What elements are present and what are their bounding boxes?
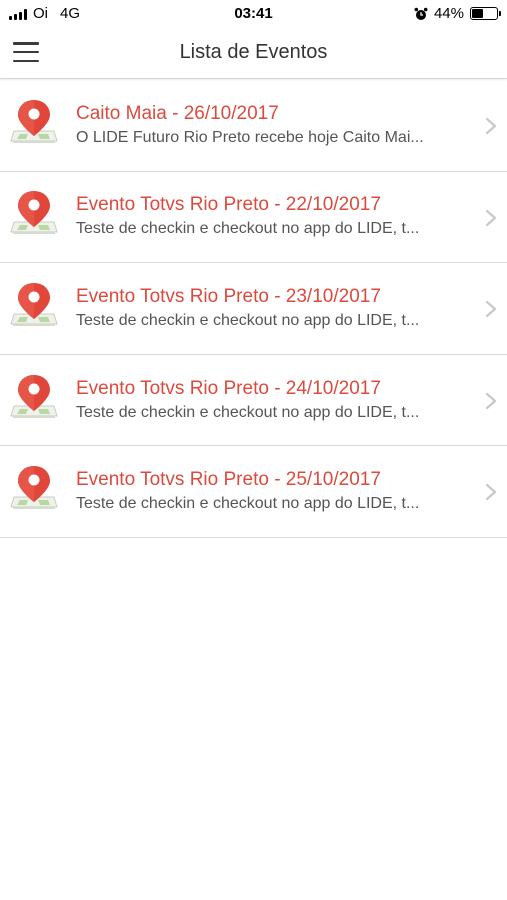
- map-pin-icon: [0, 446, 76, 537]
- event-title: Caito Maia - 26/10/2017: [76, 102, 279, 124]
- hamburger-menu-icon[interactable]: [12, 40, 40, 64]
- event-text: Evento Totvs Rio Preto - 23/10/2017 Test…: [76, 285, 507, 332]
- status-right: 44%: [414, 5, 501, 22]
- battery-icon: [470, 7, 501, 20]
- battery-percent: 44%: [433, 5, 464, 22]
- navigation-bar: Lista de Eventos: [0, 27, 507, 79]
- battery-level-fill: [472, 9, 483, 18]
- chevron-right-icon: [485, 484, 497, 501]
- event-description: Teste de checkin e checkout no app do LI…: [76, 495, 420, 513]
- event-list-item[interactable]: Evento Totvs Rio Preto - 25/10/2017 Test…: [0, 446, 507, 538]
- chevron-right-icon: [485, 392, 497, 409]
- event-text: Caito Maia - 26/10/2017 O LIDE Futuro Ri…: [76, 102, 507, 149]
- network-type: 4G: [60, 5, 81, 22]
- signal-strength-icon: [9, 8, 27, 20]
- map-pin-icon: [0, 263, 76, 354]
- chevron-right-icon: [485, 209, 497, 226]
- map-pin-icon: [0, 171, 76, 262]
- status-bar: Oi 4G 03:41 44%: [0, 0, 507, 27]
- map-pin-icon: [0, 80, 76, 171]
- event-list-item[interactable]: Caito Maia - 26/10/2017 O LIDE Futuro Ri…: [0, 80, 507, 172]
- event-title: Evento Totvs Rio Preto - 24/10/2017: [76, 377, 381, 399]
- event-list-item[interactable]: Evento Totvs Rio Preto - 24/10/2017 Test…: [0, 355, 507, 447]
- event-description: O LIDE Futuro Rio Preto recebe hoje Cait…: [76, 128, 424, 146]
- carrier-label: Oi: [33, 5, 48, 22]
- chevron-right-icon: [485, 301, 497, 318]
- event-description: Teste de checkin e checkout no app do LI…: [76, 220, 420, 238]
- event-list-item[interactable]: Evento Totvs Rio Preto - 22/10/2017 Test…: [0, 172, 507, 264]
- map-pin-icon: [0, 355, 76, 446]
- event-title: Evento Totvs Rio Preto - 22/10/2017: [76, 194, 381, 216]
- event-text: Evento Totvs Rio Preto - 25/10/2017 Test…: [76, 468, 507, 515]
- event-list: Caito Maia - 26/10/2017 O LIDE Futuro Ri…: [0, 80, 507, 538]
- alarm-clock-icon: [414, 7, 428, 20]
- event-description: Teste de checkin e checkout no app do LI…: [76, 403, 420, 421]
- status-left: Oi 4G: [9, 5, 80, 22]
- event-title: Evento Totvs Rio Preto - 25/10/2017: [76, 469, 381, 491]
- event-title: Evento Totvs Rio Preto - 23/10/2017: [76, 285, 381, 307]
- event-text: Evento Totvs Rio Preto - 24/10/2017 Test…: [76, 377, 507, 424]
- chevron-right-icon: [485, 117, 497, 135]
- event-description: Teste de checkin e checkout no app do LI…: [76, 311, 420, 329]
- event-list-item[interactable]: Evento Totvs Rio Preto - 23/10/2017 Test…: [0, 263, 507, 355]
- event-text: Evento Totvs Rio Preto - 22/10/2017 Test…: [76, 193, 507, 240]
- page-title: Lista de Eventos: [179, 41, 328, 63]
